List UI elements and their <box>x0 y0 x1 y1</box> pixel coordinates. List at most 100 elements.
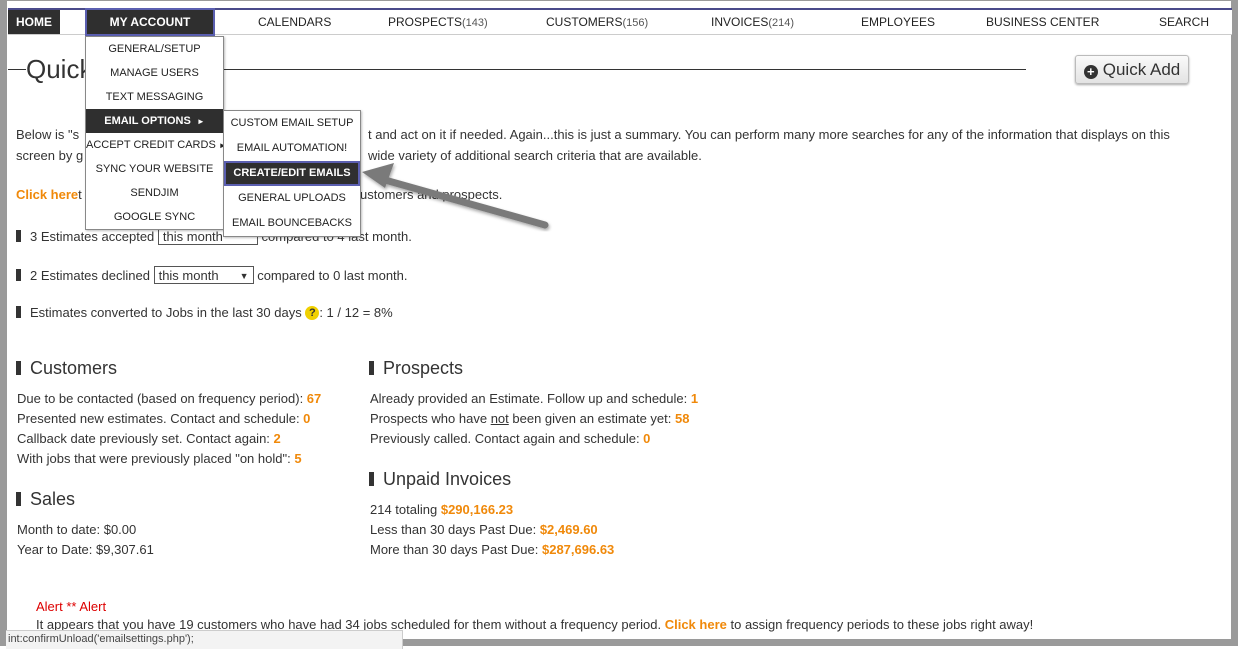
nav-invoices-count: (214) <box>768 17 795 29</box>
customers-callback-link[interactable]: 2 <box>274 431 281 446</box>
nav-calendars[interactable]: CALENDARS <box>258 10 331 34</box>
chevron-right-icon: ► <box>196 117 205 126</box>
unpaid-heading-label: Unpaid Invoices <box>383 469 512 489</box>
prospects-not-given-text-b: been given an estimate yet: <box>508 411 675 426</box>
unpaid-lt30-link[interactable]: $2,469.60 <box>540 522 598 537</box>
customers-callback-row: Callback date previously set. Contact ag… <box>17 431 281 446</box>
nav-customers-count: (156) <box>622 17 649 29</box>
intro-line-2b: wide variety of additional search criter… <box>368 148 702 163</box>
click-here-text-a: t <box>78 187 82 202</box>
menu-item-accept-credit-cards-label: ACCEPT CREDIT CARDS <box>86 139 216 151</box>
unpaid-heading: Unpaid Invoices <box>369 469 511 490</box>
submenu-item-email-automation[interactable]: EMAIL AUTOMATION! <box>224 136 360 161</box>
main-nav: HOME MY ACCOUNT CALENDARS PROSPECTS(143)… <box>8 8 1232 36</box>
sales-month: Month to date: $0.00 <box>17 522 137 537</box>
submenu-item-custom-email-setup[interactable]: CUSTOM EMAIL SETUP <box>224 111 360 136</box>
click-here-row: Click heret <box>16 187 82 202</box>
customers-due-row: Due to be contacted (based on frequency … <box>17 391 321 406</box>
unpaid-gt30-row: More than 30 days Past Due: $287,696.63 <box>370 542 614 557</box>
prospects-called-link[interactable]: 0 <box>643 431 650 446</box>
customers-due-label: Due to be contacted (based on frequency … <box>17 391 307 406</box>
submenu-item-email-bouncebacks[interactable]: EMAIL BOUNCEBACKS <box>224 211 360 236</box>
estimates-converted-label: Estimates converted to Jobs in the last … <box>30 305 302 320</box>
estimates-declined-row: 2 Estimates declined this month ▼ compare… <box>16 266 408 284</box>
help-icon[interactable]: ? <box>305 306 320 320</box>
alert-click-here-link[interactable]: Click here <box>665 617 727 632</box>
unpaid-lt30-row: Less than 30 days Past Due: $2,469.60 <box>370 522 598 537</box>
chevron-down-icon: ▼ <box>239 271 249 281</box>
plus-icon: + <box>1083 65 1098 79</box>
nav-home[interactable]: HOME <box>8 10 60 34</box>
unpaid-gt30-link[interactable]: $287,696.63 <box>542 542 614 557</box>
my-account-menu: GENERAL/SETUP MANAGE USERS TEXT MESSAGIN… <box>85 36 227 230</box>
prospects-not-given-link[interactable]: 58 <box>675 411 689 426</box>
nav-customers[interactable]: CUSTOMERS(156) <box>546 10 648 34</box>
menu-item-general-setup[interactable]: GENERAL/SETUP <box>86 37 223 61</box>
bullet-bar <box>16 230 21 242</box>
estimates-accepted-select-value: this month <box>162 229 223 244</box>
unpaid-gt30-label: More than 30 days Past Due: <box>370 542 542 557</box>
nav-employees[interactable]: EMPLOYEES <box>861 10 935 34</box>
estimates-accepted-label: 3 Estimates accepted <box>30 229 155 244</box>
menu-item-accept-credit-cards[interactable]: ACCEPT CREDIT CARDS► <box>86 133 227 157</box>
customers-presented-row: Presented new estimates. Contact and sch… <box>17 411 310 426</box>
prospects-heading: Prospects <box>369 358 463 379</box>
estimates-declined-select[interactable]: this month ▼ <box>153 266 254 284</box>
estimates-declined-select-value: this month <box>158 268 219 283</box>
click-here-text-b: ustomers and prospects. <box>360 187 503 202</box>
customers-presented-label: Presented new estimates. Contact and sch… <box>17 411 304 426</box>
nav-invoices[interactable]: INVOICES(214) <box>711 10 794 34</box>
estimates-converted-row: Estimates converted to Jobs in the last … <box>16 305 393 320</box>
intro-line-1a: Below is "s <box>16 127 80 142</box>
menu-item-sendjim[interactable]: SENDJIM <box>86 181 223 205</box>
submenu-item-general-uploads[interactable]: GENERAL UPLOADS <box>224 186 360 211</box>
unpaid-lt30-label: Less than 30 days Past Due: <box>370 522 540 537</box>
unpaid-total-link[interactable]: $290,166.23 <box>441 502 513 517</box>
estimates-declined-label: 2 Estimates declined <box>30 268 150 283</box>
sales-heading: Sales <box>16 489 75 510</box>
nav-invoices-label: INVOICES <box>711 15 769 29</box>
nav-search[interactable]: SEARCH <box>1159 10 1209 34</box>
customers-callback-label: Callback date previously set. Contact ag… <box>17 431 274 446</box>
nav-prospects[interactable]: PROSPECTS(143) <box>388 10 488 34</box>
prospects-heading-label: Prospects <box>383 358 464 378</box>
bullet-bar <box>16 492 21 506</box>
prospects-estimate-row: Already provided an Estimate. Follow up … <box>370 391 698 406</box>
prospects-estimate-label: Already provided an Estimate. Follow up … <box>370 391 691 406</box>
customers-due-link[interactable]: 67 <box>307 391 321 406</box>
intro-line-1b: t and act on it if needed. Again...this … <box>368 127 1170 142</box>
quick-add-label: Quick Add <box>1102 60 1181 79</box>
customers-presented-link[interactable]: 0 <box>303 411 310 426</box>
prospects-called-label: Previously called. Contact again and sch… <box>370 431 644 446</box>
nav-business-center[interactable]: BUSINESS CENTER <box>986 10 1099 34</box>
menu-item-google-sync[interactable]: GOOGLE SYNC <box>86 205 223 229</box>
prospects-called-row: Previously called. Contact again and sch… <box>370 431 650 446</box>
menu-item-sync-your-website[interactable]: SYNC YOUR WEBSITE <box>86 157 223 181</box>
bullet-bar <box>369 361 374 375</box>
unpaid-total-row: 214 totaling $290,166.23 <box>370 502 513 517</box>
customers-heading-label: Customers <box>30 358 118 378</box>
customers-onhold-label: With jobs that were previously placed "o… <box>17 451 295 466</box>
click-here-link[interactable]: Click here <box>16 187 78 202</box>
menu-item-text-messaging[interactable]: TEXT MESSAGING <box>86 85 223 109</box>
prospects-estimate-link[interactable]: 1 <box>691 391 698 406</box>
bullet-bar <box>369 472 374 486</box>
intro-line-2a: screen by g <box>16 148 84 163</box>
status-bar: int:confirmUnload('emailsettings.php'); <box>6 630 403 649</box>
quick-add-button[interactable]: + Quick Add <box>1075 55 1189 84</box>
prospects-not-given-text-a: Prospects who have <box>370 411 491 426</box>
menu-item-manage-users[interactable]: MANAGE USERS <box>86 61 223 85</box>
customers-onhold-row: With jobs that were previously placed "o… <box>17 451 302 466</box>
nav-my-account[interactable]: MY ACCOUNT <box>85 8 215 36</box>
estimates-declined-compare: compared to 0 last month. <box>257 268 408 283</box>
customers-onhold-link[interactable]: 5 <box>294 451 301 466</box>
bullet-bar <box>16 361 21 375</box>
nav-customers-label: CUSTOMERS <box>546 15 623 29</box>
menu-item-email-options-label: EMAIL OPTIONS <box>104 115 191 127</box>
menu-item-email-options[interactable]: EMAIL OPTIONS ► <box>86 109 223 133</box>
bullet-bar <box>16 269 21 281</box>
submenu-item-create-edit-emails[interactable]: CREATE/EDIT EMAILS <box>224 161 360 186</box>
estimates-converted-value: : 1 / 12 = 8% <box>319 305 393 320</box>
alert-text-b: to assign frequency periods to these job… <box>726 617 1034 632</box>
nav-prospects-label: PROSPECTS <box>388 15 463 29</box>
